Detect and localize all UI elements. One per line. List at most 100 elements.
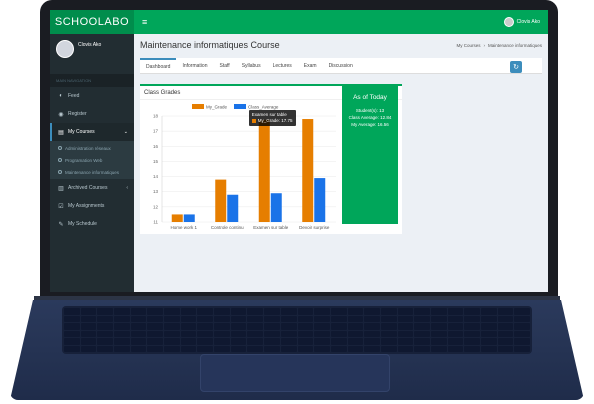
keyboard-key (480, 345, 497, 352)
keyboard-key (280, 315, 297, 322)
refresh-button[interactable]: ↻ (510, 61, 522, 73)
keyboard-key (464, 308, 480, 315)
keyboard-key (364, 308, 380, 315)
x-tick-label: Examen sur table (253, 225, 289, 230)
tab-information[interactable]: Information (176, 58, 213, 74)
keyboard-key (214, 308, 230, 315)
sidebar-item-my-assignments[interactable]: ☑ My Assignments (50, 197, 134, 215)
bar-my-grade (258, 119, 270, 222)
tab-syllabus[interactable]: Syllabus (236, 58, 267, 74)
user-nav-name: Clovis Ako (516, 19, 540, 25)
keyboard-key (414, 323, 430, 330)
keyboard-key (480, 323, 497, 330)
touchpad (200, 354, 390, 392)
navbar: ≡ Clovis Ako (134, 10, 548, 34)
y-tick-label: 12 (153, 204, 159, 209)
grades-chart: 11 12 13 14 15 16 17 18 My_Grade Class_Average Hom… (153, 104, 336, 230)
stats-title: As of Today (353, 94, 387, 101)
keyboard-key (464, 315, 480, 322)
keyboard-key (347, 330, 364, 337)
avatar (503, 17, 514, 27)
keyboard-key (214, 338, 230, 345)
sidebar-subitem-label: Administration réseaux (65, 145, 111, 151)
tooltip-value: My_Grade: 17.75 (257, 118, 293, 123)
tab-lectures[interactable]: Lectures (267, 58, 298, 74)
bar-class-average (270, 193, 282, 222)
keyboard-key (364, 338, 380, 345)
keyboard-key (180, 323, 197, 330)
app-logo[interactable]: SCHOOLABO (50, 10, 134, 34)
keyboard-key (114, 315, 130, 322)
stats-box: As of Today Student(s): 13 Class Average… (342, 84, 398, 224)
user-panel: Clovis Ako (50, 34, 134, 74)
tab-discussion[interactable]: Discussion (323, 58, 359, 74)
sidebar-item-feed[interactable]: ◐ Feed (50, 87, 134, 105)
keyboard-key (497, 345, 514, 352)
hamburger-icon[interactable]: ≡ (142, 17, 147, 27)
keyboard-key (114, 330, 130, 337)
y-tick-label: 17 (153, 129, 159, 134)
keyboard-key (180, 308, 197, 315)
keyboard-key (147, 323, 164, 330)
keyboard-key (380, 330, 397, 337)
keyboard-key (230, 330, 247, 337)
keyboard-key (380, 323, 397, 330)
keyboard-key (280, 323, 297, 330)
keyboard-key (130, 315, 147, 322)
bar-my-grade (302, 119, 314, 222)
sidebar-item-archived-courses[interactable]: ▥ Archived Courses ‹ (50, 179, 134, 197)
keyboard-key (480, 338, 497, 345)
tab-exam[interactable]: Exam (298, 58, 323, 74)
breadcrumb-separator: › (483, 42, 485, 48)
keyboard-key (197, 323, 214, 330)
sidebar-item-label: My Assignments (68, 203, 105, 209)
stats-class-average: Class Average: 12.84 (348, 115, 392, 120)
keyboard-key (114, 345, 130, 352)
legend-label: My_Grade (206, 105, 228, 110)
sidebar-subitem-maintenance[interactable]: Maintenance informatiques (50, 166, 134, 178)
keyboard-key (297, 338, 314, 345)
book-icon: ▤ (58, 129, 64, 136)
keyboard-key (264, 323, 280, 330)
keyboard-key (297, 315, 314, 322)
keyboard-key (347, 308, 364, 315)
sidebar-subitem-programation-web[interactable]: Programation Web (50, 154, 134, 166)
user-menu[interactable]: Clovis Ako (503, 17, 540, 27)
keyboard-key (247, 308, 264, 315)
keyboard-key (314, 345, 330, 352)
sidebar-item-label: My Schedule (68, 221, 97, 227)
sidebar-item-label: Archived Courses (68, 185, 108, 191)
chevron-left-icon: ‹ (126, 185, 128, 191)
keyboard-key (164, 308, 180, 315)
keyboard-key (164, 345, 180, 352)
circle-icon (58, 146, 62, 150)
sidebar-subitem-admin-reseaux[interactable]: Administration réseaux (50, 142, 134, 154)
sidebar-item-my-schedule[interactable]: ✎ My Schedule (50, 215, 134, 233)
keyboard-key (164, 323, 180, 330)
keyboard-key (64, 338, 80, 345)
keyboard-key (397, 345, 414, 352)
tab-dashboard[interactable]: Dashboard (140, 57, 177, 74)
tab-staff[interactable]: Staff (213, 58, 235, 74)
breadcrumb-item[interactable]: My Courses (456, 43, 480, 48)
keyboard-key (197, 345, 214, 352)
keyboard-key (430, 345, 447, 352)
stats-my-average: My Average: 16.56 (351, 122, 389, 127)
keyboard-key (447, 338, 464, 345)
keyboard-key (414, 345, 430, 352)
keyboard-key (430, 315, 447, 322)
screen: SCHOOLABO ≡ Clovis Ako Clovis Ako MAIN N… (50, 10, 548, 292)
sidebar-item-my-courses[interactable]: ▤ My Courses ⌄ (50, 123, 134, 141)
keyboard-key (330, 345, 347, 352)
bar-class-average (314, 178, 326, 222)
keyboard-key (197, 315, 214, 322)
stats-students: Student(s): 13 (355, 108, 385, 113)
y-tick-label: 11 (153, 220, 158, 225)
sidebar-item-register[interactable]: ◉ Register (50, 105, 134, 123)
keyboard-key (364, 345, 380, 352)
keyboard-key (147, 308, 164, 315)
keyboard-key (97, 315, 114, 322)
y-tick-label: 16 (153, 144, 159, 149)
content-header: Maintenance informatiques Course My Cour… (134, 34, 548, 56)
keyboard-key (497, 308, 514, 315)
